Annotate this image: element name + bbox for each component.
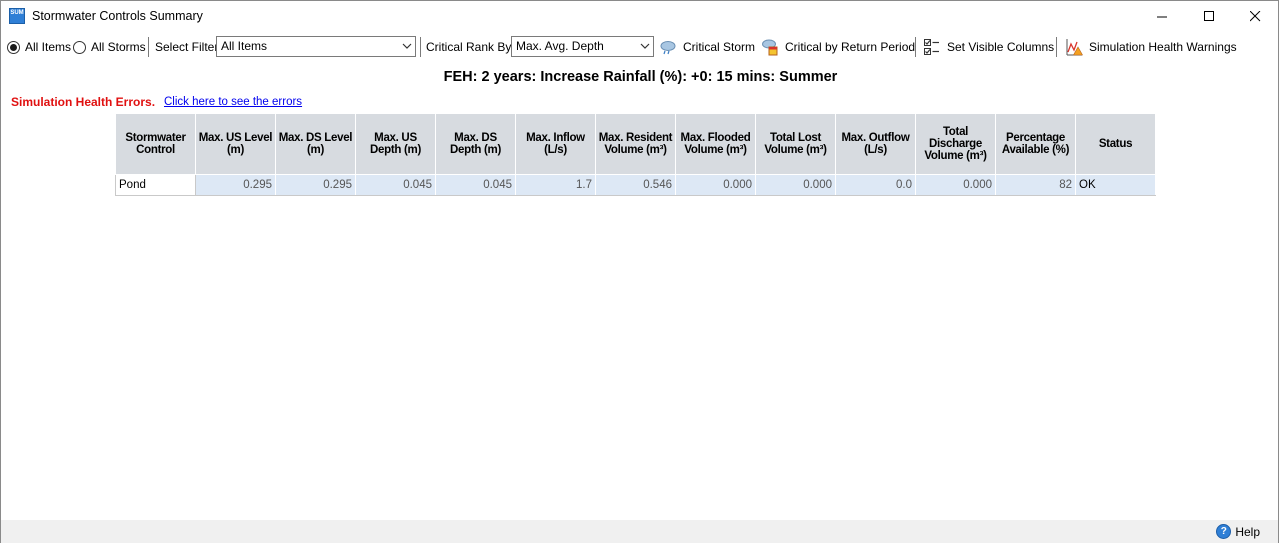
column-header[interactable]: Max. Outflow (L/s) <box>835 113 916 175</box>
help-button[interactable]: ? Help <box>1216 524 1260 539</box>
critical-return-period-button[interactable]: Critical by Return Period <box>761 34 915 60</box>
health-chart-warning-icon <box>1066 39 1083 56</box>
critical-rank-dropdown[interactable]: Max. Avg. Depth <box>511 36 654 57</box>
column-header[interactable]: Max. Inflow (L/s) <box>515 113 596 175</box>
table-cell[interactable]: 0.000 <box>755 174 836 196</box>
toolbar-separator <box>1056 37 1057 57</box>
results-heading: FEH: 2 years: Increase Rainfall (%): +0:… <box>443 69 838 85</box>
select-filter-dropdown[interactable]: All Items <box>216 36 416 57</box>
column-header[interactable]: Stormwater Control <box>115 113 196 175</box>
storm-cloud-icon <box>660 41 676 55</box>
table-cell[interactable]: Pond <box>115 174 196 196</box>
maximize-button[interactable] <box>1186 1 1232 32</box>
select-filter-label: Select Filter <box>155 40 219 54</box>
set-visible-columns-label: Set Visible Columns <box>947 40 1055 54</box>
all-items-label: All Items <box>25 40 72 54</box>
table-cell[interactable]: 0.045 <box>355 174 436 196</box>
all-items-radio[interactable]: All Items <box>7 34 71 60</box>
table-cell[interactable]: 0.000 <box>915 174 996 196</box>
minimize-button[interactable] <box>1139 1 1185 32</box>
column-header[interactable]: Status <box>1075 113 1156 175</box>
radio-checked-icon <box>7 40 20 54</box>
toolbar-separator <box>148 37 149 57</box>
results-table: Stormwater Control Max. US Level (m) Max… <box>115 113 1156 196</box>
maximize-icon <box>1203 11 1214 21</box>
critical-rank-value: Max. Avg. Depth <box>516 39 604 53</box>
column-header[interactable]: Max. Resident Volume (m³) <box>595 113 676 175</box>
table-cell[interactable]: 82 <box>995 174 1076 196</box>
checklist-icon <box>924 39 939 55</box>
table-row[interactable]: Pond 0.295 0.295 0.045 0.045 1.7 0.546 0… <box>115 174 1156 196</box>
minimize-icon <box>1156 16 1167 18</box>
close-icon <box>1249 11 1260 22</box>
table-cell[interactable]: OK <box>1075 174 1156 196</box>
critical-rank-label: Critical Rank By: <box>426 40 515 54</box>
table-cell[interactable]: 0.295 <box>195 174 276 196</box>
table-cell[interactable]: 1.7 <box>515 174 596 196</box>
all-storms-radio[interactable]: All Storms <box>73 34 146 60</box>
help-icon: ? <box>1216 524 1232 539</box>
window-title: Stormwater Controls Summary <box>32 9 203 23</box>
set-visible-columns-button[interactable]: Set Visible Columns <box>923 34 1054 60</box>
column-header[interactable]: Max. US Level (m) <box>195 113 276 175</box>
critical-storm-button[interactable]: Critical Storm <box>659 34 755 60</box>
table-cell[interactable]: 0.546 <box>595 174 676 196</box>
simulation-health-errors-label: Simulation Health Errors. <box>11 95 156 109</box>
column-header[interactable]: Total Lost Volume (m³) <box>755 113 836 175</box>
table-cell[interactable]: 0.295 <box>275 174 356 196</box>
see-errors-link[interactable]: Click here to see the errors <box>164 96 302 108</box>
simulation-health-warnings-label: Simulation Health Warnings <box>1089 40 1237 54</box>
storm-calendar-icon <box>762 39 778 56</box>
column-header[interactable]: Max. DS Depth (m) <box>435 113 516 175</box>
critical-storm-label: Critical Storm <box>683 40 756 54</box>
radio-unchecked-icon <box>73 40 86 54</box>
toolbar: All Items All Storms Select Filter All I… <box>1 34 1278 60</box>
column-header[interactable]: Max. Flooded Volume (m³) <box>675 113 756 175</box>
help-label: Help <box>1235 524 1260 539</box>
window: SUM Stormwater Controls Summary All Item… <box>0 0 1279 543</box>
select-filter-value: All Items <box>221 39 268 53</box>
simulation-health-warnings-button[interactable]: Simulation Health Warnings <box>1065 34 1237 60</box>
table-header-row: Stormwater Control Max. US Level (m) Max… <box>115 113 1156 175</box>
table-cell[interactable]: 0.0 <box>835 174 916 196</box>
app-icon: SUM <box>9 8 25 24</box>
column-header[interactable]: Max. US Depth (m) <box>355 113 436 175</box>
column-header[interactable]: Max. DS Level (m) <box>275 113 356 175</box>
table-cell[interactable]: 0.045 <box>435 174 516 196</box>
toolbar-separator <box>915 37 916 57</box>
close-button[interactable] <box>1232 1 1278 32</box>
column-header[interactable]: Total Discharge Volume (m³) <box>915 113 996 175</box>
title-bar: SUM Stormwater Controls Summary <box>1 1 1278 32</box>
chevron-down-icon <box>640 43 650 49</box>
status-bar: ? Help <box>1 520 1278 543</box>
column-header[interactable]: Percentage Available (%) <box>995 113 1076 175</box>
critical-return-period-label: Critical by Return Period <box>785 40 916 54</box>
chevron-down-icon <box>402 43 412 49</box>
table-cell[interactable]: 0.000 <box>675 174 756 196</box>
toolbar-separator <box>420 37 421 57</box>
all-storms-label: All Storms <box>91 40 146 54</box>
